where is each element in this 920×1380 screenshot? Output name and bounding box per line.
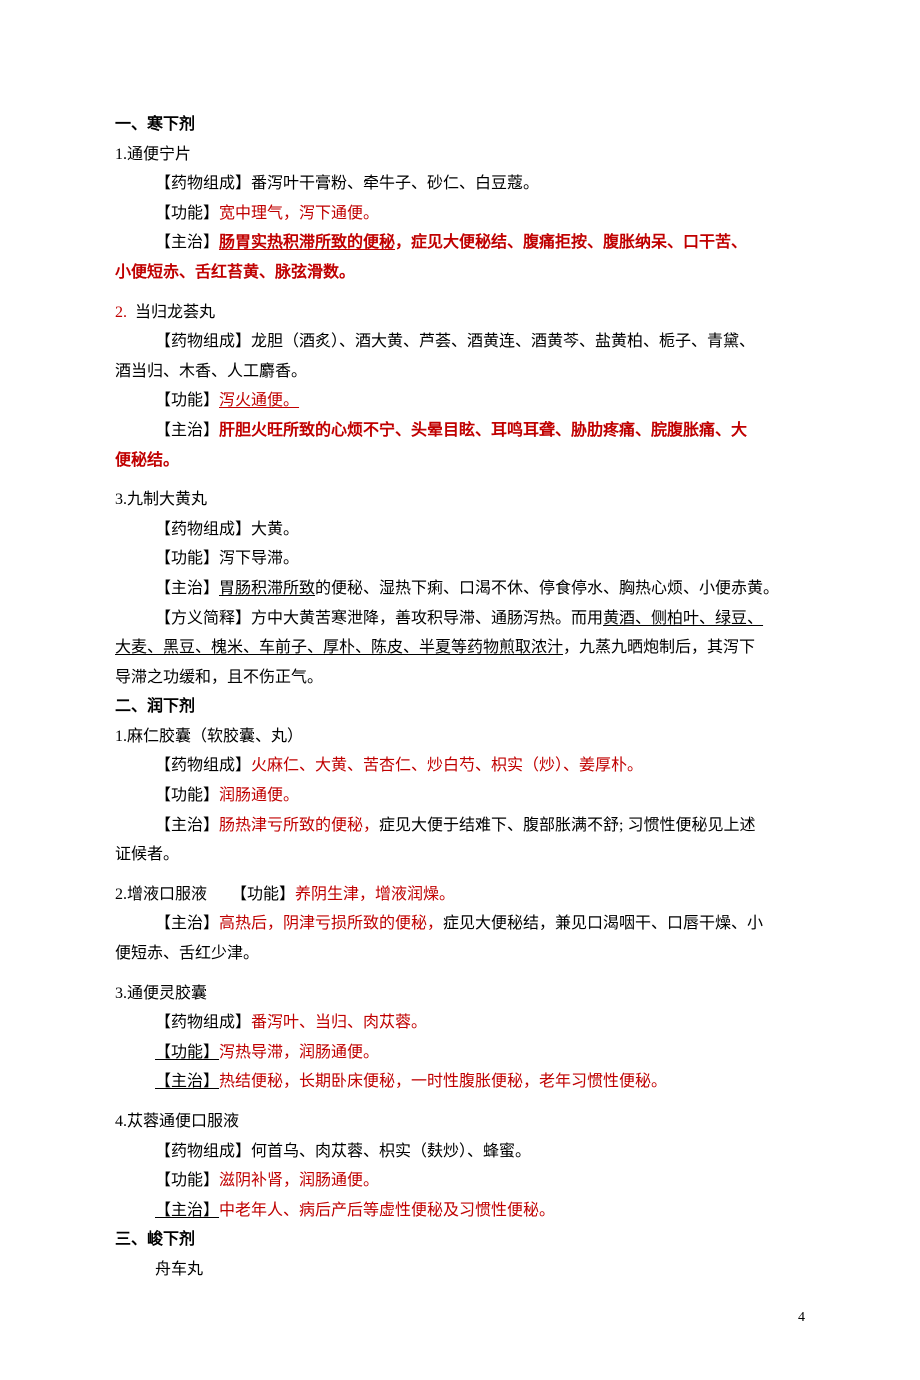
label: 【药物组成】 xyxy=(155,1143,251,1160)
indication-line: 【主治】高热后，阴津亏损所致的便秘，症见大便秘结，兼见口渴咽干、口唇干燥、小 xyxy=(115,909,805,939)
function-line: 【功能】泻火通便。 xyxy=(115,386,805,416)
indication-line: 【主治】肠胃实热积滞所致的便秘，症见大便秘结、腹痛拒按、腹胀纳呆、口干苦、 xyxy=(115,228,805,258)
label: 【功能】 xyxy=(155,205,219,222)
label: 【药物组成】 xyxy=(155,1014,251,1031)
text: 泻热导滞，润肠通便。 xyxy=(219,1044,379,1061)
composition-line: 【药物组成】龙胆（酒炙）、酒大黄、芦荟、酒黄连、酒黄芩、盐黄柏、栀子、青黛、 xyxy=(115,327,805,357)
label: 【主治】 xyxy=(155,234,219,251)
item-name: 舟车丸 xyxy=(115,1255,805,1285)
indication-text: 的便秘、湿热下痢、口渴不休、停食停水、胸热心烦、小便赤黄。 xyxy=(315,580,779,597)
label: 【主治】 xyxy=(155,915,219,932)
text: 滋阴补肾，润肠通便。 xyxy=(219,1172,379,1189)
label: 【主治】 xyxy=(155,1073,219,1090)
indication-text: 症见大便于结难下、腹部胀满不舒; 习惯性便秘见上述 xyxy=(379,817,755,834)
text: ，九蒸九晒炮制后，其泻下 xyxy=(563,639,755,656)
function-line: 【功能】泻下导滞。 xyxy=(115,544,805,574)
indication-text: 症见大便秘结，兼见口渴咽干、口唇干燥、小 xyxy=(443,915,763,932)
label: 【药物组成】 xyxy=(155,521,251,538)
composition-cont: 酒当归、木香、人工麝香。 xyxy=(115,357,805,387)
function-line: 【功能】滋阴补肾，润肠通便。 xyxy=(115,1166,805,1196)
text: 大黄。 xyxy=(251,521,299,538)
indication-line: 【主治】热结便秘，长期卧床便秘，一时性腹胀便秘，老年习惯性便秘。 xyxy=(115,1067,805,1097)
section-heading-3: 三、峻下剂 xyxy=(115,1225,805,1255)
composition-line: 【药物组成】何首乌、肉苁蓉、枳实（麸炒）、蜂蜜。 xyxy=(115,1137,805,1167)
text: 方中大黄苦寒泄降，善攻积导滞、通肠泻热。而用 xyxy=(251,610,603,627)
item-name: 4.苁蓉通便口服液 xyxy=(115,1107,805,1137)
function-line: 【功能】泻热导滞，润肠通便。 xyxy=(115,1038,805,1068)
composition-line: 【药物组成】番泻叶、当归、肉苁蓉。 xyxy=(115,1008,805,1038)
indication-cont: 便秘结。 xyxy=(115,446,805,476)
text: 何首乌、肉苁蓉、枳实（麸炒）、蜂蜜。 xyxy=(251,1143,531,1160)
name: 当归龙荟丸 xyxy=(135,304,215,321)
indication-cont: 证候者。 xyxy=(115,840,805,870)
label: 【主治】 xyxy=(155,580,219,597)
indication-text: 肝胆火旺所致的心烦不宁、头晕目眩、耳鸣耳聋、胁肋疼痛、脘腹胀痛、大 xyxy=(219,422,747,439)
indication-underline: 胃肠积滞所致 xyxy=(219,580,315,597)
text-u: 黄酒、侧柏叶、绿豆、 xyxy=(603,610,763,627)
section-heading-1: 一、寒下剂 xyxy=(115,110,805,140)
label: 【主治】 xyxy=(155,422,219,439)
text: 润肠通便。 xyxy=(219,787,299,804)
page-number: 4 xyxy=(115,1305,805,1331)
indication-cont: 小便短赤、舌红苔黄、脉弦滑数。 xyxy=(115,258,805,288)
explanation-cont: 导滞之功缓和，且不伤正气。 xyxy=(115,663,805,693)
indication-red: 高热后，阴津亏损所致的便秘， xyxy=(219,915,443,932)
label: 【药物组成】 xyxy=(155,757,251,774)
text: 导滞之功缓和，且不伤正气。 xyxy=(115,669,323,686)
label: 【功能】 xyxy=(155,787,219,804)
text-u: 大麦、黑豆、槐米、车前子、厚朴、陈皮、半夏等药物煎取浓汁 xyxy=(115,639,563,656)
label: 【功能】 xyxy=(231,886,295,903)
indication-cont: 便短赤、舌红少津。 xyxy=(115,939,805,969)
composition-line: 【药物组成】番泻叶干膏粉、牵牛子、砂仁、白豆蔻。 xyxy=(115,169,805,199)
item-name: 3.九制大黄丸 xyxy=(115,485,805,515)
indication-line: 【主治】胃肠积滞所致的便秘、湿热下痢、口渴不休、停食停水、胸热心烦、小便赤黄。 xyxy=(115,574,805,604)
composition-line: 【药物组成】火麻仁、大黄、苦杏仁、炒白芍、枳实（炒）、姜厚朴。 xyxy=(115,751,805,781)
label: 【药物组成】 xyxy=(155,175,251,192)
item-name: 1.麻仁胶囊（软胶囊、丸） xyxy=(115,722,805,752)
text: 酒当归、木香、人工麝香。 xyxy=(115,363,307,380)
explanation-cont: 大麦、黑豆、槐米、车前子、厚朴、陈皮、半夏等药物煎取浓汁，九蒸九晒炮制后，其泻下 xyxy=(115,633,805,663)
indication-underline: 肠胃实热积滞所致的便秘 xyxy=(219,234,395,251)
label: 【功能】 xyxy=(155,392,219,409)
indication-text: 便短赤、舌红少津。 xyxy=(115,945,259,962)
text: 龙胆（酒炙）、酒大黄、芦荟、酒黄连、酒黄芩、盐黄柏、栀子、青黛、 xyxy=(251,333,755,350)
label: 【主治】 xyxy=(155,817,219,834)
text: 番泻叶干膏粉、牵牛子、砂仁、白豆蔻。 xyxy=(251,175,539,192)
indication-text: 中老年人、病后产后等虚性便秘及习惯性便秘。 xyxy=(219,1202,555,1219)
item-name: 3.通便灵胶囊 xyxy=(115,979,805,1009)
indication-line: 【主治】中老年人、病后产后等虚性便秘及习惯性便秘。 xyxy=(115,1196,805,1226)
label: 【主治】 xyxy=(155,1202,219,1219)
section-heading-2: 二、润下剂 xyxy=(115,692,805,722)
text: 宽中理气，泻下通便。 xyxy=(219,205,379,222)
label: 【功能】 xyxy=(155,1044,219,1061)
indication-line: 【主治】肝胆火旺所致的心烦不宁、头晕目眩、耳鸣耳聋、胁肋疼痛、脘腹胀痛、大 xyxy=(115,416,805,446)
label: 【功能】 xyxy=(155,550,219,567)
indication-text: 小便短赤、舌红苔黄、脉弦滑数。 xyxy=(115,264,355,281)
label: 【药物组成】 xyxy=(155,333,251,350)
indication-line: 【主治】肠热津亏所致的便秘，症见大便于结难下、腹部胀满不舒; 习惯性便秘见上述 xyxy=(115,811,805,841)
document-page: 一、寒下剂 1.通便宁片 【药物组成】番泻叶干膏粉、牵牛子、砂仁、白豆蔻。 【功… xyxy=(0,0,920,1380)
indication-text: ，症见大便秘结、腹痛拒按、腹胀纳呆、口干苦、 xyxy=(395,234,747,251)
indication-text: 便秘结。 xyxy=(115,452,179,469)
item-name: 1.通便宁片 xyxy=(115,140,805,170)
label: 【方义简释】 xyxy=(155,610,251,627)
text: 养阴生津，增液润燥。 xyxy=(295,886,455,903)
label: 【功能】 xyxy=(155,1172,219,1189)
function-line: 【功能】宽中理气，泻下通便。 xyxy=(115,199,805,229)
text: 火麻仁、大黄、苦杏仁、炒白芍、枳实（炒）、姜厚朴。 xyxy=(251,757,643,774)
item-inline: 2.增液口服液 【功能】养阴生津，增液润燥。 xyxy=(115,880,805,910)
indication-text: 热结便秘，长期卧床便秘，一时性腹胀便秘，老年习惯性便秘。 xyxy=(219,1073,667,1090)
item-name: 2.增液口服液 xyxy=(115,886,207,903)
item-name: 2. 当归龙荟丸 xyxy=(115,298,805,328)
function-line: 【功能】润肠通便。 xyxy=(115,781,805,811)
indication-red: 肠热津亏所致的便秘， xyxy=(219,817,379,834)
num: 2. xyxy=(115,304,127,321)
composition-line: 【药物组成】大黄。 xyxy=(115,515,805,545)
text: 泻火通便。 xyxy=(219,392,299,409)
text: 番泻叶、当归、肉苁蓉。 xyxy=(251,1014,427,1031)
indication-text: 证候者。 xyxy=(115,846,179,863)
text: 泻下导滞。 xyxy=(219,550,299,567)
explanation-line: 【方义简释】方中大黄苦寒泄降，善攻积导滞、通肠泻热。而用黄酒、侧柏叶、绿豆、 xyxy=(115,604,805,634)
